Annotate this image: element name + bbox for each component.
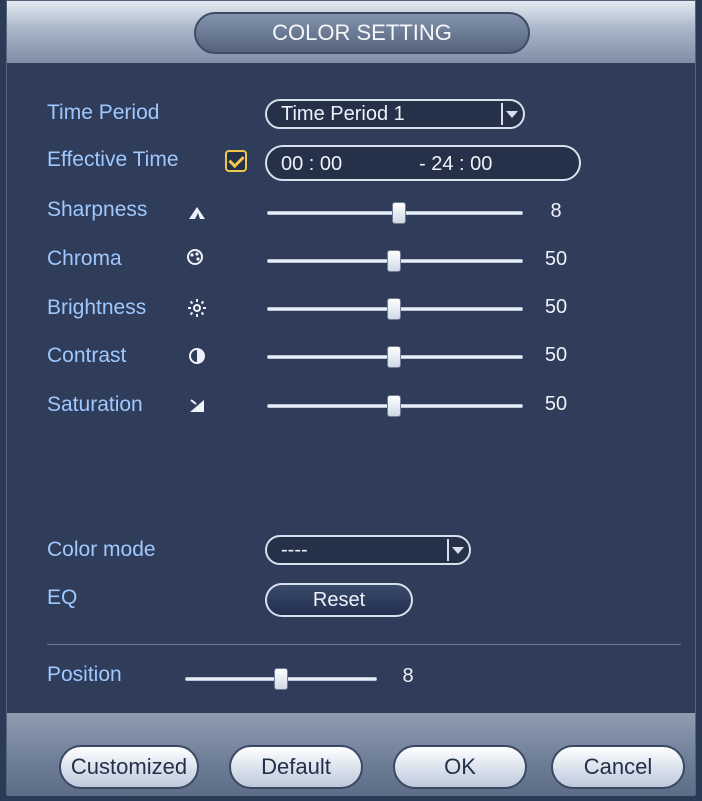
effective-time-label: Effective Time: [47, 148, 179, 171]
time-period-select[interactable]: Time Period 1: [265, 99, 525, 129]
contrast-label: Contrast: [47, 344, 127, 367]
divider: [47, 644, 681, 645]
color-mode-select[interactable]: ----: [265, 535, 471, 565]
color-setting-dialog: COLOR SETTING Time Period Time Period 1 …: [6, 0, 696, 796]
position-label: Position: [47, 663, 122, 686]
cancel-button[interactable]: Cancel: [551, 745, 685, 789]
sharpness-slider-handle[interactable]: [392, 202, 406, 224]
start-time[interactable]: 00 : 00: [281, 153, 342, 176]
dialog-footer: Customized Default OK Cancel: [7, 713, 695, 796]
contrast-value: 50: [544, 344, 568, 366]
brightness-label: Brightness: [47, 296, 147, 319]
chevron-down-icon[interactable]: [447, 539, 467, 561]
saturation-slider-handle[interactable]: [387, 395, 401, 417]
color-mode-label: Color mode: [47, 538, 156, 561]
sharpness-label: Sharpness: [47, 198, 148, 221]
default-button[interactable]: Default: [229, 745, 363, 789]
ok-button[interactable]: OK: [393, 745, 527, 789]
brightness-icon: [187, 298, 207, 318]
time-period-label: Time Period: [47, 101, 160, 124]
position-value: 8: [402, 665, 414, 687]
reset-button[interactable]: Reset: [265, 583, 413, 617]
contrast-icon: [187, 346, 207, 366]
saturation-label: Saturation: [47, 393, 143, 416]
palette-icon: [185, 247, 205, 267]
dialog-header: COLOR SETTING: [7, 1, 695, 63]
effective-time-checkbox[interactable]: [225, 150, 247, 172]
dialog-title: COLOR SETTING: [194, 12, 530, 54]
dialog-body: Time Period Time Period 1 Effective Time…: [7, 63, 695, 713]
chevron-down-icon[interactable]: [501, 103, 521, 125]
brightness-value: 50: [544, 296, 568, 318]
saturation-icon: [187, 395, 207, 415]
chroma-label: Chroma: [47, 247, 122, 270]
sharpness-value: 8: [550, 200, 562, 222]
end-time[interactable]: - 24 : 00: [419, 153, 492, 176]
time-period-value: Time Period 1: [281, 103, 405, 125]
contrast-slider-handle[interactable]: [387, 346, 401, 368]
customized-button[interactable]: Customized: [59, 745, 199, 789]
brightness-slider-handle[interactable]: [387, 298, 401, 320]
eq-label: EQ: [47, 586, 78, 609]
chroma-value: 50: [544, 248, 568, 270]
sharpness-icon: [187, 202, 207, 222]
position-slider-handle[interactable]: [274, 668, 288, 690]
saturation-value: 50: [544, 393, 568, 415]
effective-time-field[interactable]: 00 : 00 - 24 : 00: [265, 145, 581, 181]
chroma-slider-handle[interactable]: [387, 250, 401, 272]
color-mode-value: ----: [281, 539, 308, 561]
